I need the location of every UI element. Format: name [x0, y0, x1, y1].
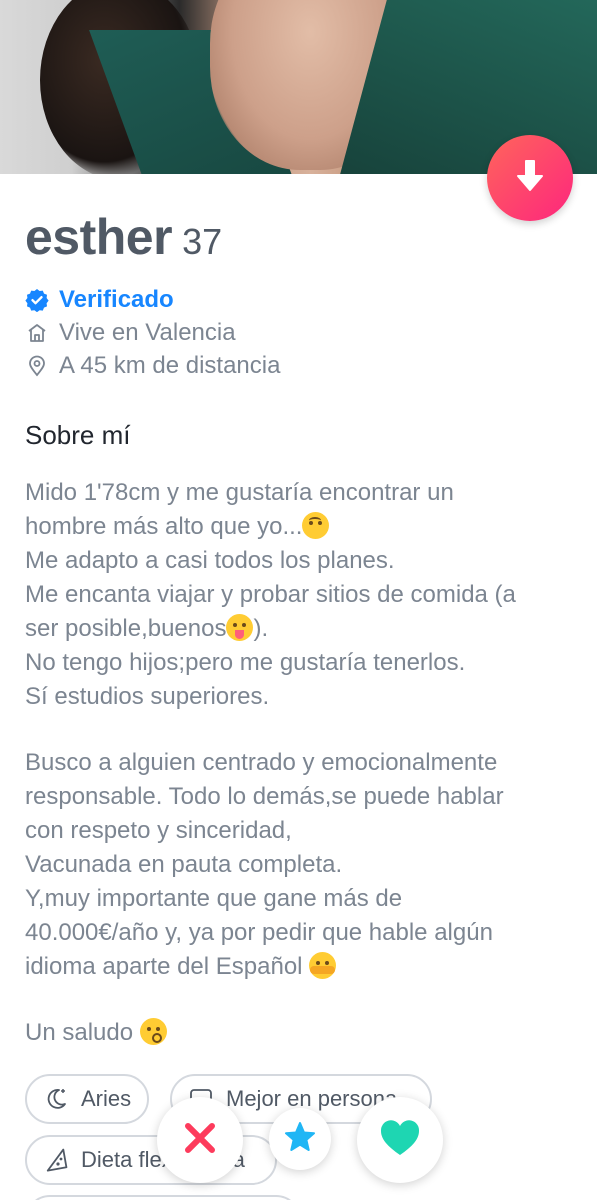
nope-button[interactable] [157, 1097, 243, 1183]
about-line: 40.000€/año y, ya por pedir que hable al… [25, 919, 493, 946]
verified-row[interactable]: Verificado [25, 286, 174, 314]
chip-label: Aries [81, 1086, 132, 1111]
distance-label: A 45 km de distancia [59, 352, 281, 379]
location-pin-icon [25, 354, 49, 378]
about-line: responsable. Todo lo demás,se puede habl… [25, 783, 504, 810]
about-text-3: Un saludo [25, 1016, 585, 1050]
about-title: Sobre mí [25, 420, 131, 450]
about-line: Sí estudios superiores. [25, 683, 270, 710]
about-line: Me encanta viajar y probar sitios de com… [25, 581, 516, 608]
winking-tongue-face-icon [226, 614, 254, 641]
about-line: Vacunada en pauta completa. [25, 851, 343, 878]
about-line: Me adapto a casi todos los planes. [25, 547, 395, 574]
verified-badge-icon [25, 288, 49, 312]
kissing-face-icon [139, 1018, 167, 1045]
home-icon [25, 321, 49, 345]
star-icon [283, 1120, 317, 1159]
about-line: ser posible,buenos). [25, 614, 269, 642]
verified-label: Verificado [59, 286, 174, 313]
arrow-down-icon [514, 159, 546, 198]
about-line: hombre más alto que yo... [25, 510, 585, 544]
hugging-face-icon [309, 952, 337, 979]
about-line: Busco a alguien centrado y emocionalment… [25, 749, 498, 776]
heart-icon [379, 1119, 421, 1162]
chip-more [25, 1195, 301, 1200]
about-line: Mido 1'78cm y me gustaría encontrar un [25, 479, 454, 506]
about-line: idioma aparte del Español [25, 950, 585, 984]
lives-in-label: Vive en Valencia [59, 319, 236, 346]
about-text-2: Busco a alguien centrado y emocionalment… [25, 746, 585, 984]
upside-down-face-icon [302, 512, 330, 539]
about-line: No tengo hijos;pero me gustaría tenerlos… [25, 649, 466, 676]
about-line: Y,muy importante que gane más de [25, 885, 403, 912]
name-age-row: esther 37 [25, 208, 222, 266]
profile-name: esther [25, 209, 173, 265]
about-line: Un saludo [25, 1016, 585, 1050]
lives-in-row: Vive en Valencia [25, 319, 236, 347]
like-button[interactable] [357, 1097, 443, 1183]
super-like-button[interactable] [269, 1108, 331, 1170]
close-icon [182, 1120, 218, 1161]
distance-row: A 45 km de distancia [25, 352, 280, 380]
about-line: con respeto y sinceridad, [25, 817, 292, 844]
profile-age: 37 [182, 221, 223, 262]
pizza-slice-icon [43, 1147, 69, 1173]
moon-stars-icon [43, 1086, 69, 1112]
about-text: Mido 1'78cm y me gustaría encontrar un h… [25, 476, 585, 714]
collapse-profile-button[interactable] [487, 135, 573, 221]
chip-zodiac: Aries [25, 1074, 150, 1124]
